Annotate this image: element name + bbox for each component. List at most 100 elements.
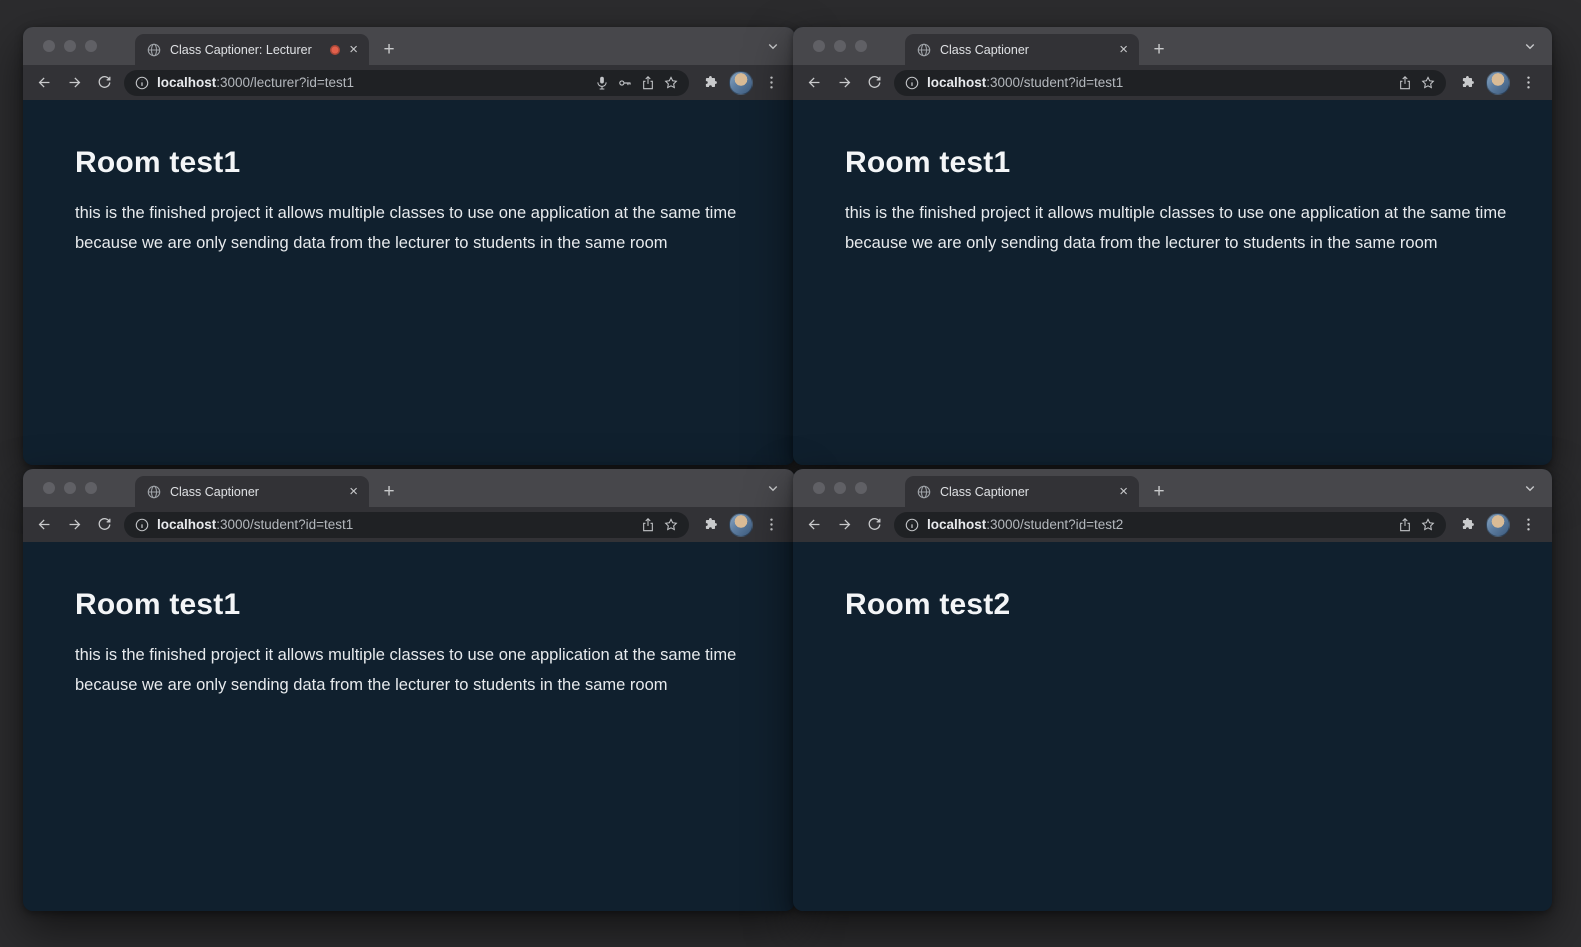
browser-tab[interactable]: Class Captioner × (135, 476, 369, 507)
forward-button[interactable] (830, 69, 859, 97)
url-host: localhost (927, 517, 987, 532)
browser-toolbar: localhost:3000/student?id=test1 (23, 507, 795, 542)
url-text[interactable]: localhost:3000/student?id=test1 (927, 75, 1390, 90)
bookmark-star-icon[interactable] (1420, 75, 1436, 91)
back-button[interactable] (30, 69, 59, 97)
traffic-lights (813, 482, 867, 494)
new-tab-button[interactable]: + (1145, 476, 1173, 507)
site-info-icon[interactable] (904, 517, 920, 533)
desktop: Class Captioner: Lecturer × + localhost:… (0, 0, 1581, 947)
site-info-icon[interactable] (134, 75, 150, 91)
url-text[interactable]: localhost:3000/student?id=test2 (927, 517, 1390, 532)
close-window-button[interactable] (43, 40, 55, 52)
close-tab-icon[interactable]: × (348, 484, 359, 499)
menu-kebab-icon[interactable] (1514, 511, 1543, 539)
globe-favicon-icon (916, 42, 932, 58)
new-tab-button[interactable]: + (1145, 34, 1173, 65)
address-bar[interactable]: localhost:3000/lecturer?id=test1 (124, 69, 689, 96)
traffic-lights (43, 40, 97, 52)
address-bar[interactable]: localhost:3000/student?id=test1 (124, 511, 689, 538)
mic-icon[interactable] (594, 75, 610, 91)
close-tab-icon[interactable]: × (1118, 484, 1129, 499)
minimize-window-button[interactable] (834, 482, 846, 494)
bookmark-star-icon[interactable] (663, 517, 679, 533)
browser-tab[interactable]: Class Captioner: Lecturer × (135, 34, 369, 65)
forward-button[interactable] (60, 511, 89, 539)
recording-indicator-icon (330, 44, 341, 55)
url-host: localhost (157, 517, 217, 532)
reload-button[interactable] (90, 69, 119, 97)
tab-search-chevron-icon[interactable] (1521, 479, 1539, 497)
tab-title: Class Captioner (940, 42, 1029, 57)
share-icon[interactable] (1397, 517, 1413, 533)
browser-toolbar: localhost:3000/lecturer?id=test1 (23, 65, 795, 100)
tab-search-chevron-icon[interactable] (764, 479, 782, 497)
url-path: :3000/student?id=test1 (216, 517, 354, 532)
new-tab-button[interactable]: + (375, 476, 403, 507)
zoom-window-button[interactable] (855, 40, 867, 52)
profile-avatar[interactable] (1486, 512, 1510, 537)
tab-search-chevron-icon[interactable] (1521, 37, 1539, 55)
profile-avatar[interactable] (729, 512, 753, 537)
url-path: :3000/lecturer?id=test1 (216, 75, 354, 90)
browser-tab[interactable]: Class Captioner × (905, 34, 1139, 65)
share-icon[interactable] (640, 75, 656, 91)
tab-strip: Class Captioner × + (23, 469, 795, 507)
url-text[interactable]: localhost:3000/student?id=test1 (157, 517, 633, 532)
address-bar[interactable]: localhost:3000/student?id=test1 (894, 69, 1446, 96)
close-window-button[interactable] (813, 40, 825, 52)
extensions-puzzle-icon[interactable] (696, 511, 725, 539)
reload-button[interactable] (90, 511, 119, 539)
tab-search-chevron-icon[interactable] (764, 37, 782, 55)
url-path: :3000/student?id=test2 (986, 517, 1124, 532)
back-button[interactable] (800, 511, 829, 539)
traffic-lights (813, 40, 867, 52)
bookmark-star-icon[interactable] (1420, 517, 1436, 533)
close-window-button[interactable] (813, 482, 825, 494)
back-button[interactable] (30, 511, 59, 539)
share-icon[interactable] (640, 517, 656, 533)
minimize-window-button[interactable] (834, 40, 846, 52)
page-content: Room test1 this is the finished project … (23, 100, 795, 465)
profile-avatar[interactable] (1486, 70, 1510, 95)
forward-button[interactable] (60, 69, 89, 97)
close-tab-icon[interactable]: × (348, 42, 359, 57)
browser-tab[interactable]: Class Captioner × (905, 476, 1139, 507)
url-host: localhost (927, 75, 987, 90)
browser-window-lecturer-test1: Class Captioner: Lecturer × + localhost:… (23, 27, 795, 465)
back-button[interactable] (800, 69, 829, 97)
tab-title: Class Captioner (940, 484, 1029, 499)
zoom-window-button[interactable] (85, 40, 97, 52)
browser-window-student-test1-bottom: Class Captioner × + localhost:3000/stude… (23, 469, 795, 911)
close-window-button[interactable] (43, 482, 55, 494)
reload-button[interactable] (860, 511, 889, 539)
menu-kebab-icon[interactable] (757, 511, 786, 539)
site-info-icon[interactable] (904, 75, 920, 91)
menu-kebab-icon[interactable] (1514, 69, 1543, 97)
globe-favicon-icon (146, 42, 162, 58)
key-icon[interactable] (617, 75, 633, 91)
extensions-puzzle-icon[interactable] (1453, 511, 1482, 539)
zoom-window-button[interactable] (85, 482, 97, 494)
site-info-icon[interactable] (134, 517, 150, 533)
page-content: Room test1 this is the finished project … (23, 542, 795, 911)
reload-button[interactable] (860, 69, 889, 97)
new-tab-button[interactable]: + (375, 34, 403, 65)
address-bar[interactable]: localhost:3000/student?id=test2 (894, 511, 1446, 538)
profile-avatar[interactable] (729, 70, 753, 95)
close-tab-icon[interactable]: × (1118, 42, 1129, 57)
extensions-puzzle-icon[interactable] (1453, 69, 1482, 97)
tab-title: Class Captioner (170, 484, 259, 499)
bookmark-star-icon[interactable] (663, 75, 679, 91)
room-heading: Room test1 (75, 588, 241, 621)
extensions-puzzle-icon[interactable] (696, 69, 725, 97)
minimize-window-button[interactable] (64, 482, 76, 494)
browser-toolbar: localhost:3000/student?id=test1 (793, 65, 1552, 100)
url-text[interactable]: localhost:3000/lecturer?id=test1 (157, 75, 587, 90)
zoom-window-button[interactable] (855, 482, 867, 494)
share-icon[interactable] (1397, 75, 1413, 91)
minimize-window-button[interactable] (64, 40, 76, 52)
globe-favicon-icon (146, 484, 162, 500)
menu-kebab-icon[interactable] (757, 69, 786, 97)
forward-button[interactable] (830, 511, 859, 539)
